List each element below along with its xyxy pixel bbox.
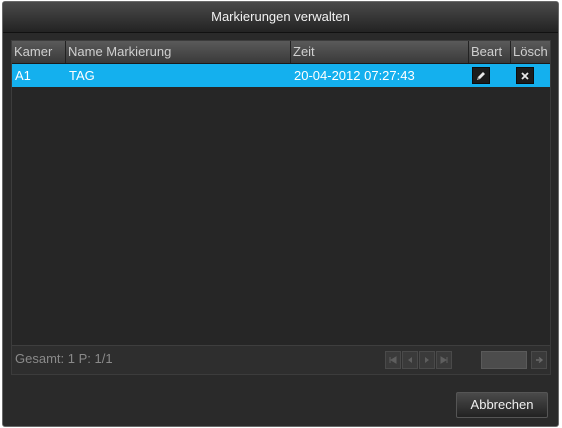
last-page-icon [440, 356, 448, 364]
next-page-icon [425, 357, 429, 363]
pagination-summary: Gesamt: 1 P: 1/1 [15, 351, 113, 366]
first-page-icon [389, 356, 397, 364]
prev-page-button[interactable] [402, 351, 418, 369]
dialog-title: Markierungen verwalten [3, 2, 558, 33]
close-icon [521, 71, 529, 80]
pencil-icon [477, 71, 485, 80]
column-header-delete[interactable]: Lösch [511, 41, 552, 63]
column-header-name[interactable]: Name Markierung [66, 41, 291, 63]
go-to-page-button[interactable] [531, 351, 547, 369]
pagination-controls [385, 351, 550, 369]
cell-name: TAG [69, 68, 95, 83]
cancel-button[interactable]: Abbrechen [456, 392, 548, 418]
table-footer: Gesamt: 1 P: 1/1 [12, 345, 550, 374]
delete-button[interactable] [516, 67, 534, 84]
cell-camera: A1 [15, 68, 31, 83]
manage-tags-dialog: Markierungen verwalten Kamer Name Markie… [2, 1, 559, 427]
next-page-button[interactable] [419, 351, 435, 369]
edit-button[interactable] [472, 67, 490, 84]
table-row[interactable]: A1 TAG 20-04-2012 07:27:43 [12, 64, 550, 87]
column-header-edit[interactable]: Beart [469, 41, 511, 63]
column-header-time[interactable]: Zeit [291, 41, 469, 63]
go-arrow-icon [535, 356, 543, 364]
page-number-input[interactable] [481, 351, 527, 369]
column-header-camera[interactable]: Kamer [12, 41, 66, 63]
prev-page-icon [408, 357, 412, 363]
first-page-button[interactable] [385, 351, 401, 369]
cell-time: 20-04-2012 07:27:43 [294, 68, 415, 83]
table-header: Kamer Name Markierung Zeit Beart Lösch [12, 41, 550, 64]
tags-table: Kamer Name Markierung Zeit Beart Lösch A… [11, 40, 551, 375]
last-page-button[interactable] [436, 351, 452, 369]
